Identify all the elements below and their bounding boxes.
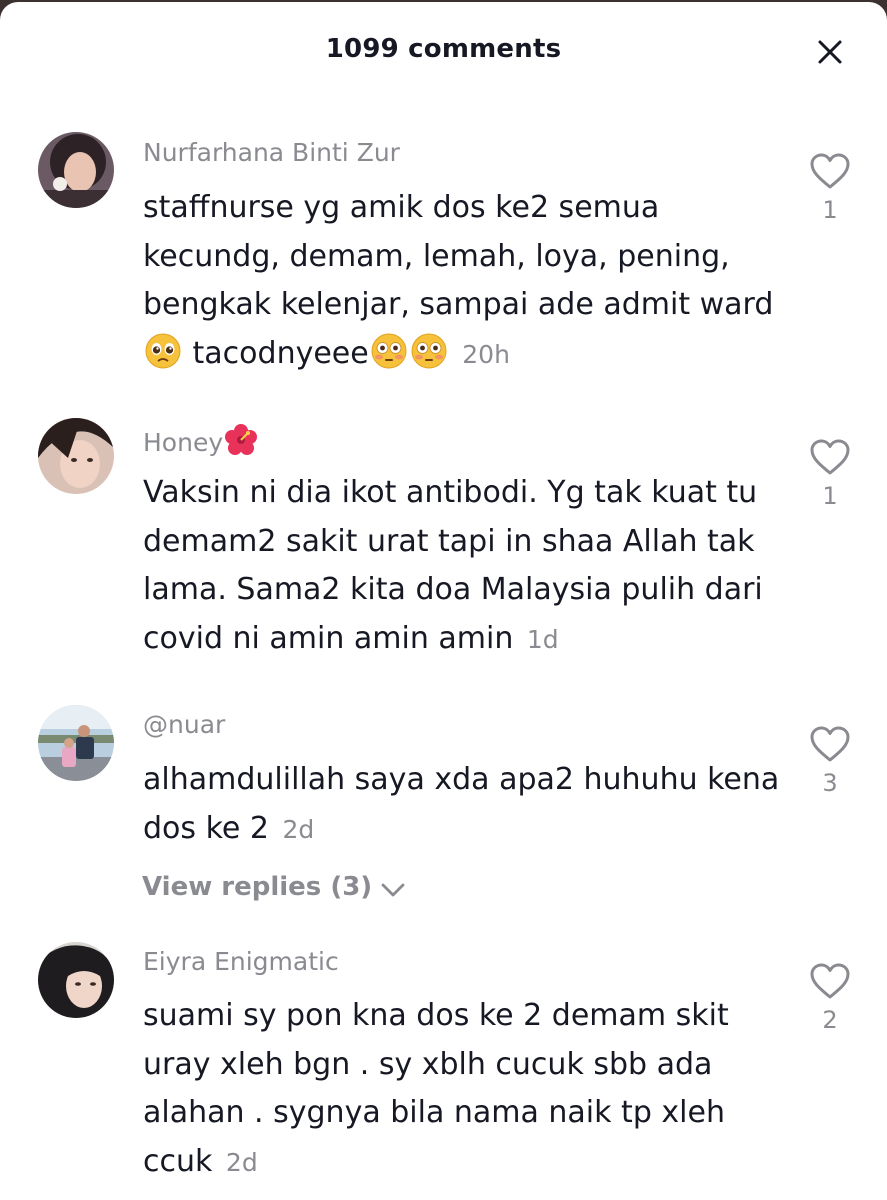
comment-text: Vaksin ni dia ikot antibodi. Yg tak kuat… [143,469,783,664]
comments-count-title: 1099 comments [325,34,562,64]
pleading-face-emoji [144,332,182,370]
comment-time: 1d [526,624,559,654]
comments-header: 1099 comments [0,2,887,98]
comment-text-body: alhamdulillah saya xda apa2 huhuhu kena … [143,762,780,846]
like-button[interactable]: 3 [800,725,860,797]
heart-icon [810,439,850,475]
like-button[interactable]: 1 [800,152,860,224]
comment-text-body: Vaksin ni dia ikot antibodi. Yg tak kuat… [143,475,763,656]
like-button[interactable]: 1 [800,438,860,510]
comment-username[interactable]: @nuar [143,710,225,739]
view-replies-label: View replies (3) [142,872,373,902]
avatar[interactable] [38,418,114,494]
avatar[interactable] [38,705,114,781]
close-icon [818,40,842,64]
chevron-down-icon [381,883,405,897]
comment-text-part: staffnurse yg amik dos ke2 semua kecundg… [143,190,774,322]
comment-username[interactable]: Nurfarhana Binti Zur [143,138,400,167]
flushed-face-emoji [410,332,448,370]
comment-text-part: tacodnyeee [183,335,369,371]
comment-username-text: Honey [143,428,224,457]
heart-icon [810,726,850,762]
comment-username[interactable]: Eiyra Enigmatic [143,947,339,976]
like-count: 3 [822,769,838,797]
heart-icon [810,153,850,189]
comment-username[interactable]: Honey [143,423,259,457]
hibiscus-emoji [224,423,258,457]
comment-time: 2d [225,1147,258,1177]
comment-text: staffnurse yg amik dos ke2 semua kecundg… [143,184,783,379]
close-button[interactable] [812,34,848,70]
comment-text: suami sy pon kna dos ke 2 demam skit ura… [143,992,783,1187]
avatar[interactable] [38,132,114,208]
view-replies-button[interactable]: View replies (3) [142,872,406,902]
like-count: 1 [822,482,838,510]
flushed-face-emoji [370,332,408,370]
like-button[interactable]: 2 [800,962,860,1034]
like-count: 2 [822,1006,838,1034]
like-count: 1 [822,196,838,224]
comment-text: alhamdulillah saya xda apa2 huhuhu kena … [143,756,783,854]
heart-icon [810,963,850,999]
comment-time: 20h [462,339,510,369]
comments-sheet: 1099 comments Nurfarhana Binti Zur staff… [0,2,887,1200]
comment-time: 2d [282,814,315,844]
avatar[interactable] [38,942,114,1018]
